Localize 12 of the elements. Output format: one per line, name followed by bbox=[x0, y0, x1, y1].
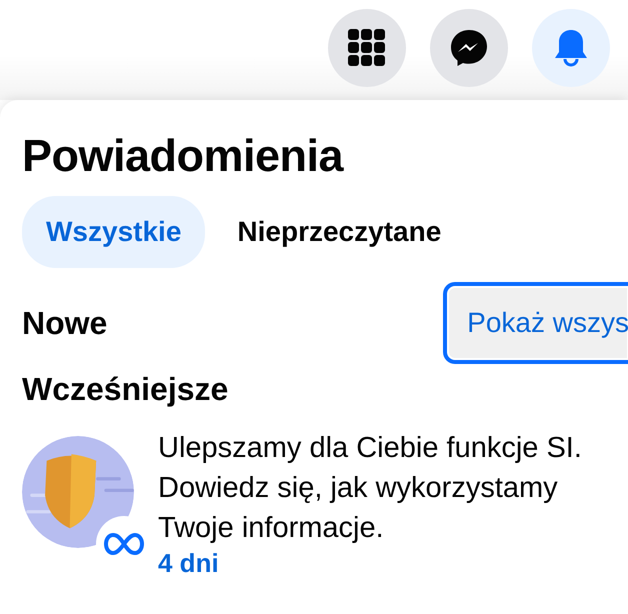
menu-icon bbox=[348, 29, 386, 67]
filter-tab[interactable]: Nieprzeczytane bbox=[213, 196, 466, 268]
chat-bubble-icon bbox=[449, 28, 489, 68]
section-heading: Nowe bbox=[22, 304, 108, 342]
filter-tab[interactable]: Wszystkie bbox=[22, 196, 206, 268]
notification-time: 4 dni bbox=[158, 548, 220, 579]
infinity-logo-icon bbox=[104, 533, 144, 555]
panel-title: Powiadomienia bbox=[22, 130, 345, 182]
bell-icon bbox=[553, 28, 589, 68]
show-all-button[interactable]: Pokaż wszys bbox=[443, 282, 628, 364]
section-heading: Wcześniejsze bbox=[22, 370, 228, 408]
notification-text[interactable]: Ulepszamy dla Ciebie funkcje SI. Dowiedz się, jak wykorzystamy Twoje informacje. bbox=[158, 428, 618, 548]
